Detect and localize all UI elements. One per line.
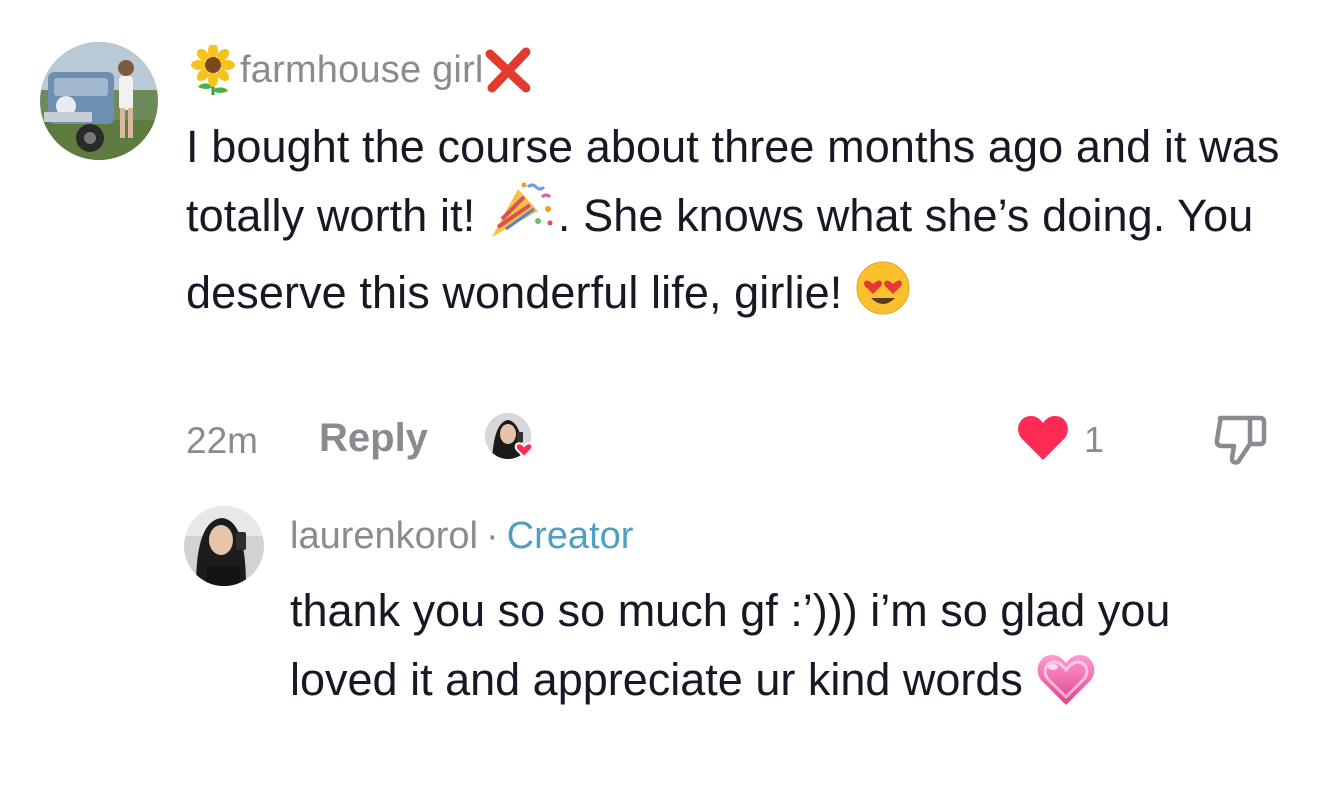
comment-actions: 22m Reply 1 xyxy=(186,410,1276,470)
thumbs-down-icon xyxy=(1210,415,1270,472)
reply-username-row: laurenkorol · Creator xyxy=(290,512,633,560)
party-popper-icon xyxy=(488,181,558,258)
cross-mark-icon xyxy=(484,46,532,94)
comment-thread: farmhouse girl I bought the course about… xyxy=(0,0,1320,804)
like-button[interactable]: 1 xyxy=(1016,412,1104,468)
reply-avatar[interactable] xyxy=(184,506,264,586)
comment-timestamp: 22m xyxy=(186,420,258,461)
reply-body: thank you so so much gf :’))) i’m so gla… xyxy=(290,576,1280,728)
sunflower-icon xyxy=(190,45,236,95)
comment-username[interactable]: farmhouse girl xyxy=(240,49,484,92)
heart-icon xyxy=(1016,413,1070,468)
avatar-photo xyxy=(40,42,158,160)
heart-eyes-icon xyxy=(855,260,911,335)
commenter-avatar[interactable] xyxy=(40,42,158,160)
comment-username-row[interactable]: farmhouse girl xyxy=(190,42,532,98)
reply-avatar-photo xyxy=(184,506,264,586)
dislike-button[interactable] xyxy=(1210,410,1270,473)
reply-username[interactable]: laurenkorol xyxy=(290,515,478,557)
creator-badge: Creator xyxy=(506,515,634,557)
like-count: 1 xyxy=(1084,419,1105,460)
creator-liked-indicator xyxy=(484,412,538,466)
separator-dot: · xyxy=(486,515,499,557)
reply-button[interactable]: Reply xyxy=(319,416,428,461)
comment-body: I bought the course about three months a… xyxy=(186,112,1296,335)
pink-heart-icon xyxy=(1035,651,1097,728)
